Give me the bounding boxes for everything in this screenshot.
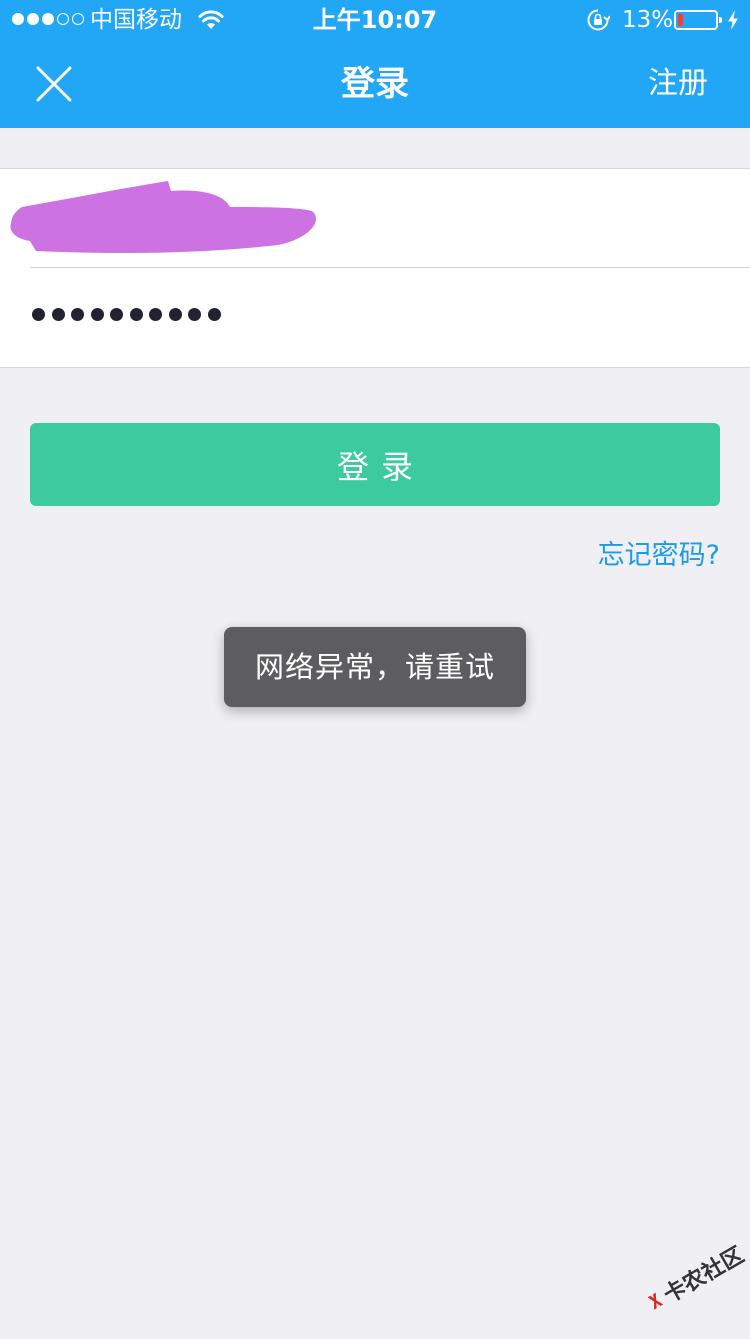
rotation-lock-icon <box>587 9 610 31</box>
charging-bolt-icon <box>728 10 738 30</box>
forgot-password-link[interactable]: 忘记密码? <box>598 536 720 576</box>
login-button[interactable]: 登录 <box>30 423 720 506</box>
watermark-text: 卡农社区 <box>659 1241 749 1309</box>
navigation-bar: 登录 注册 <box>0 40 750 128</box>
password-field[interactable] <box>30 268 750 366</box>
username-field[interactable] <box>30 169 750 267</box>
header: 中国移动 上午10:07 13% 登录 注册 <box>0 0 750 128</box>
battery-level-fill <box>678 14 683 26</box>
page-title: 登录 <box>341 64 409 104</box>
watermark: 卡农社区 <box>629 1217 750 1339</box>
battery-icon <box>674 10 722 30</box>
status-bar: 中国移动 上午10:07 13% <box>0 0 750 40</box>
login-form <box>0 168 750 368</box>
battery-percentage: 13% <box>622 7 674 33</box>
register-button[interactable]: 注册 <box>648 62 708 106</box>
error-toast: 网络异常，请重试 <box>224 627 526 707</box>
